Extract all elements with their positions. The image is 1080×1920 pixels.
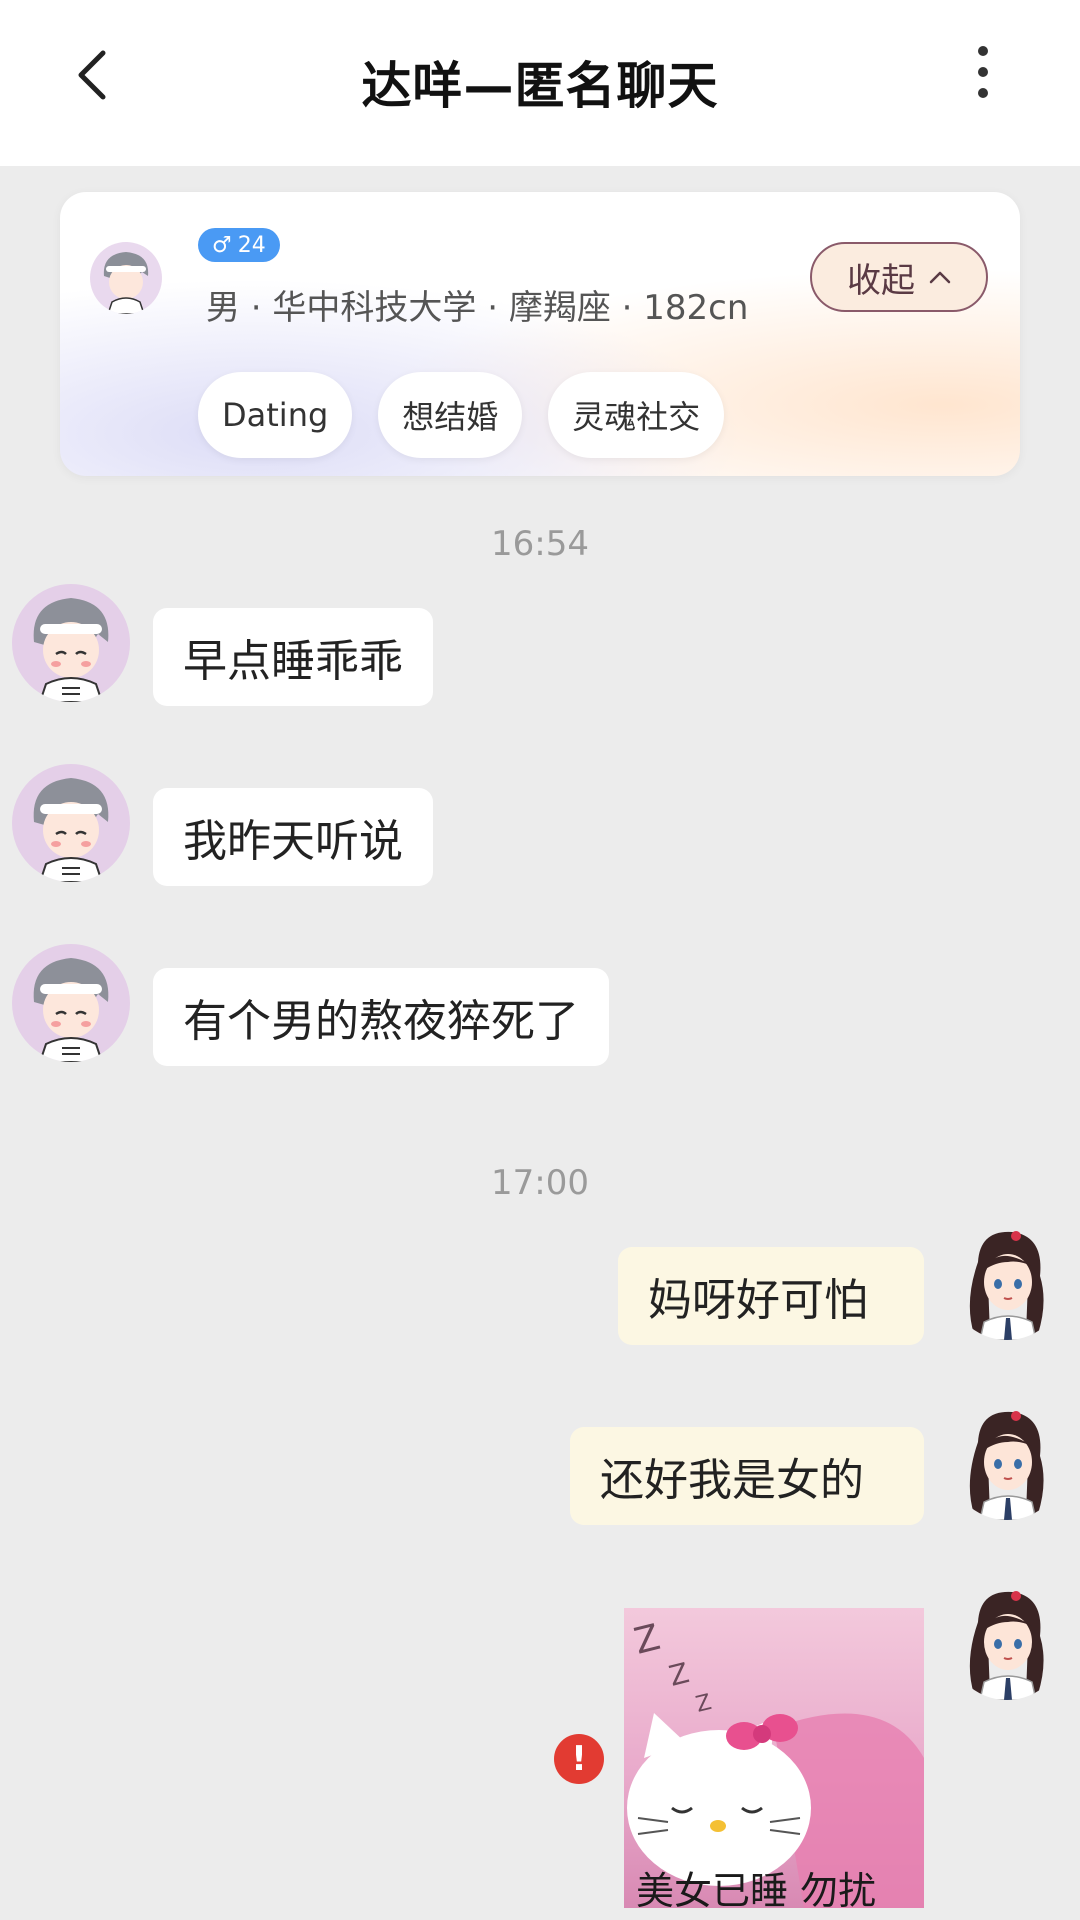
send-failed-icon[interactable]: ! (554, 1734, 604, 1784)
my-avatar[interactable] (948, 1402, 1066, 1520)
top-bar: 达咩—匿名聊天 (0, 0, 1080, 166)
boy-avatar-icon (33, 958, 109, 1062)
male-icon: ♂ (212, 232, 232, 258)
boy-avatar-icon (33, 598, 109, 702)
my-avatar[interactable] (948, 1222, 1066, 1340)
svg-text:Z: Z (666, 1656, 693, 1693)
svg-text:Z: Z (693, 1690, 714, 1718)
sender-avatar[interactable] (12, 764, 130, 882)
sticker-image[interactable]: Z Z Z 美女已睡 勿扰 (624, 1608, 924, 1908)
message-bubble-outgoing[interactable]: 妈呀好可怕 (618, 1247, 924, 1345)
collapse-button[interactable]: 收起 (810, 242, 988, 312)
svg-text:Z: Z (630, 1617, 664, 1663)
more-dot-icon (978, 88, 988, 98)
sender-avatar[interactable] (12, 584, 130, 702)
girl-avatar-icon (969, 1411, 1044, 1520)
timestamp: 16:54 (491, 524, 589, 564)
my-avatar[interactable] (948, 1582, 1066, 1700)
sender-avatar[interactable] (12, 944, 130, 1062)
chevron-up-icon (929, 271, 951, 284)
more-dot-icon (978, 67, 988, 77)
age-badge: ♂ 24 (198, 228, 280, 262)
age-text: 24 (237, 232, 266, 258)
collapse-label: 收起 (847, 260, 915, 301)
page-title: 达咩—匿名聊天 (361, 57, 719, 115)
message-bubble-incoming[interactable]: 我昨天听说 (153, 788, 433, 886)
profile-info: 男 · 华中科技大学 · 摩羯座 · 182cn (206, 288, 749, 328)
more-options-button[interactable] (956, 42, 1010, 102)
interest-tags: Dating 想结婚 灵魂社交 (198, 372, 725, 458)
tag-chip[interactable]: 想结婚 (378, 372, 523, 458)
tag-chip[interactable]: Dating (198, 372, 353, 458)
message-bubble-incoming[interactable]: 早点睡乖乖 (153, 608, 433, 706)
sticker-caption: 美女已睡 勿扰 (636, 1869, 877, 1908)
message-bubble-outgoing[interactable]: 还好我是女的 (570, 1427, 924, 1525)
boy-avatar-icon (33, 778, 109, 882)
girl-avatar-icon (969, 1231, 1044, 1340)
tag-chip[interactable]: 灵魂社交 (548, 372, 725, 458)
boy-avatar-icon (103, 252, 149, 314)
more-dot-icon (978, 46, 988, 56)
profile-avatar[interactable] (90, 242, 162, 314)
profile-card: ♂ 24 男 · 华中科技大学 · 摩羯座 · 182cn 收起 Dating … (60, 192, 1020, 476)
message-bubble-incoming[interactable]: 有个男的熬夜猝死了 (153, 968, 609, 1066)
timestamp: 17:00 (491, 1163, 589, 1203)
girl-avatar-icon (969, 1591, 1044, 1700)
